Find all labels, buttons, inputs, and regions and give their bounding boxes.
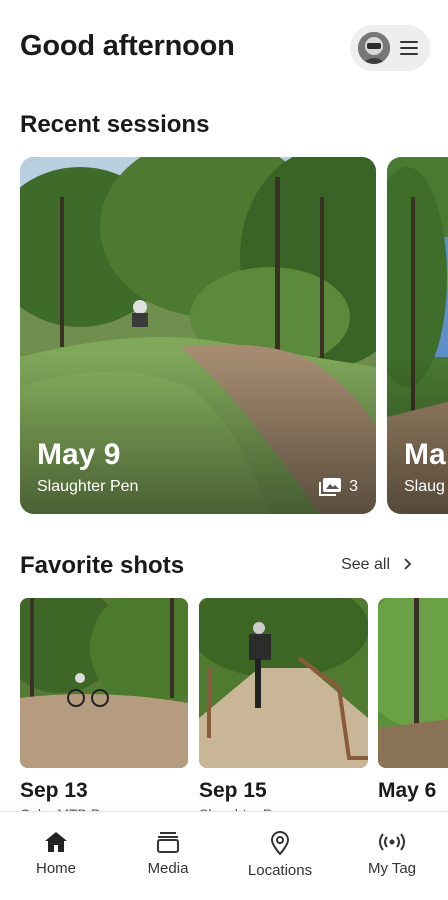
- media-count: 3: [319, 478, 358, 496]
- profile-menu-button[interactable]: [350, 25, 430, 71]
- chevron-right-icon[interactable]: [400, 557, 414, 571]
- tab-label: Locations: [247, 862, 313, 879]
- session-date: Ma: [404, 438, 446, 471]
- media-count-value: 3: [349, 478, 358, 495]
- shot-photo: [20, 598, 188, 768]
- favorite-shot[interactable]: [199, 598, 368, 768]
- bottom-tab-bar: Home Media Locations My Tag: [0, 811, 448, 900]
- favorite-shots-title: Favorite shots: [20, 552, 185, 579]
- location-pin-icon: [270, 831, 290, 856]
- media-stack-icon: [157, 832, 179, 853]
- tab-my-tag[interactable]: My Tag: [336, 830, 448, 877]
- see-all-link[interactable]: See all: [341, 556, 390, 574]
- favorite-shot[interactable]: [20, 598, 188, 768]
- tab-locations[interactable]: Locations: [224, 830, 336, 879]
- header: Good afternoon: [20, 25, 430, 71]
- shot-photo: [199, 598, 368, 768]
- shot-date: May 6: [378, 779, 437, 802]
- tab-label: Home: [35, 860, 76, 877]
- tab-media[interactable]: Media: [112, 830, 224, 877]
- session-date: May 9: [37, 438, 121, 471]
- home-icon: [45, 832, 67, 852]
- favorite-shot[interactable]: [378, 598, 448, 768]
- avatar: [358, 32, 390, 64]
- hamburger-menu-icon: [400, 41, 418, 55]
- shot-date: Sep 15: [199, 779, 267, 802]
- tab-label: Media: [147, 860, 189, 877]
- session-location: Slaughter Pen: [37, 478, 139, 495]
- session-card[interactable]: Ma Slaug: [387, 157, 448, 514]
- tab-label: My Tag: [367, 860, 417, 877]
- recent-sessions-title: Recent sessions: [20, 111, 210, 138]
- shot-photo: [378, 598, 448, 768]
- gallery-icon: [319, 478, 342, 496]
- greeting: Good afternoon: [20, 30, 235, 62]
- tab-home[interactable]: Home: [0, 830, 112, 877]
- radio-signal-icon: [379, 833, 405, 851]
- session-location: Slaug: [404, 478, 445, 495]
- session-card[interactable]: May 9 Slaughter Pen 3: [20, 157, 376, 514]
- shot-date: Sep 13: [20, 779, 88, 802]
